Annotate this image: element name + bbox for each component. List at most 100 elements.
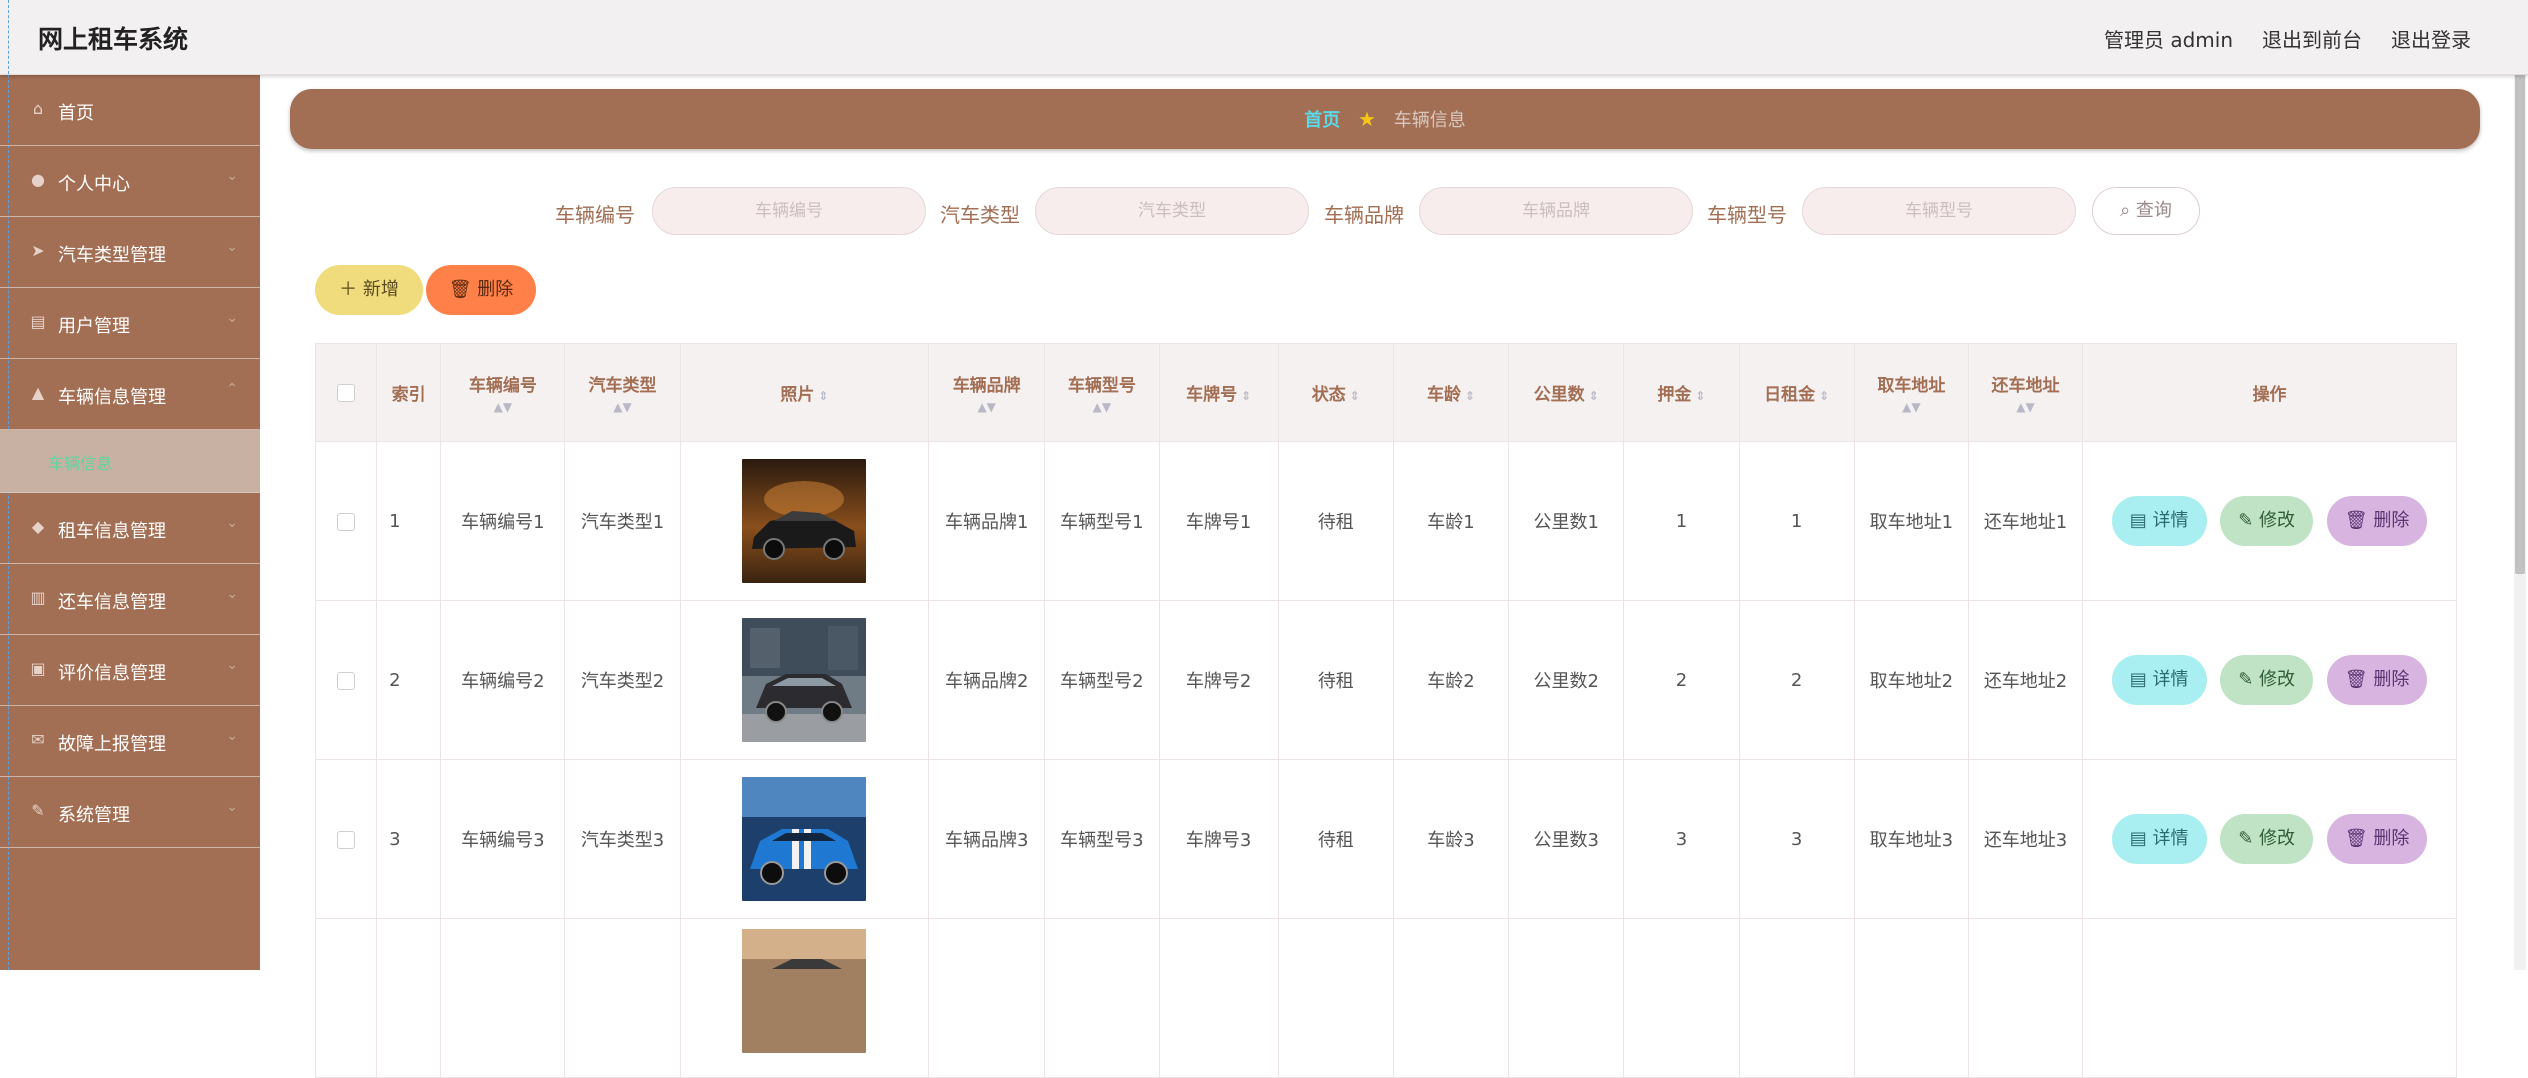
header-label: 照片 [780, 385, 815, 405]
sidebar-item-review-info[interactable]: ▣ 评价信息管理 ⌄ [0, 635, 260, 706]
brand-input[interactable] [1419, 187, 1693, 235]
sort-icon[interactable]: ▲▼ [1855, 400, 1968, 414]
cell-daily-rent: 1 [1738, 441, 1855, 601]
sort-icon[interactable]: ⇕ [818, 389, 828, 403]
query-button[interactable]: ⌕ 查询 [2092, 187, 2200, 235]
row-select-cell[interactable] [314, 759, 378, 919]
sidebar-item-users[interactable]: ▤ 用户管理 ⌄ [0, 288, 260, 359]
sidebar-item-return-info[interactable]: ▥ 还车信息管理 ⌄ [0, 564, 260, 635]
delete-button[interactable]: 🗑 删除 [2326, 496, 2428, 546]
document-icon: ▤ [2129, 510, 2153, 531]
edit-button[interactable]: ✎ 修改 [2220, 655, 2314, 705]
cell-daily-rent: 3 [1738, 759, 1855, 919]
sort-icon[interactable]: ▲▼ [1045, 400, 1158, 414]
sort-icon[interactable]: ⇕ [1350, 389, 1360, 403]
search-icon: ⌕ [2120, 200, 2131, 221]
car-photo[interactable] [742, 618, 867, 742]
table-header-row: 索引 车辆编号 ▲▼ 汽车类型 ▲▼ 照片 ⇕ 车辆品牌 ▲▼ 车辆型号 ▲▼ 车牌号 ⇕ … [314, 343, 2457, 442]
row-select-cell[interactable] [314, 600, 378, 760]
sort-icon[interactable]: ▲▼ [1969, 400, 2082, 414]
header-brand[interactable]: 车辆品牌 ▲▼ [928, 343, 1046, 442]
query-button-label: 查询 [2135, 200, 2172, 221]
guide-line [8, 0, 9, 74]
header-daily-rent[interactable]: 日租金 ⇕ [1738, 343, 1855, 442]
edit-button[interactable]: ✎ 修改 [2220, 496, 2314, 546]
sidebar-item-fault-report[interactable]: ✉ 故障上报管理 ⌄ [0, 706, 260, 777]
detail-button[interactable]: ▤ 详情 [2111, 814, 2207, 864]
cell-daily-rent: 2 [1738, 600, 1855, 760]
delete-label: 删除 [2373, 510, 2410, 531]
cell-status: 待租 [1277, 441, 1394, 601]
detail-button[interactable]: ▤ 详情 [2111, 496, 2207, 546]
breadcrumb-current: 车辆信息 [1393, 110, 1466, 131]
cell-brand [928, 918, 1046, 1078]
select-all-cell[interactable] [314, 343, 378, 442]
header-mileage[interactable]: 公里数 ⇕ [1508, 343, 1625, 442]
header-age[interactable]: 车龄 ⇕ [1392, 343, 1510, 442]
sidebar-item-label: 首页 [58, 103, 94, 124]
header-status[interactable]: 状态 ⇕ [1277, 343, 1394, 442]
row-select-cell[interactable] [314, 441, 378, 601]
cell-car-type [564, 918, 681, 1078]
row-checkbox[interactable] [337, 830, 356, 849]
document-icon: ▤ [2129, 828, 2153, 849]
exit-to-frontend-link[interactable]: 退出到前台 [2262, 24, 2362, 53]
header-label: 车龄 [1426, 385, 1461, 405]
admin-user-link[interactable]: 管理员 admin [2104, 24, 2233, 53]
sort-icon[interactable]: ⇕ [1695, 389, 1705, 403]
scrollbar-thumb[interactable] [2515, 74, 2525, 574]
delete-button[interactable]: 🗑 删除 [2326, 814, 2428, 864]
sidebar-item-vehicle-info[interactable]: ▲ 车辆信息管理 ⌃ [0, 359, 260, 430]
chevron-down-icon: ⌄ [226, 168, 238, 184]
sidebar-subitem-vehicle-info[interactable]: 车辆信息 [0, 430, 260, 493]
page-scrollbar[interactable] [2514, 72, 2526, 970]
car-photo[interactable] [742, 929, 867, 1053]
star-icon: ★ [1358, 107, 1376, 131]
sidebar: ⌂ 首页 ● 个人中心 ⌄ ➤ 汽车类型管理 ⌄ ▤ 用户管理 ⌄ ▲ 车辆信息… [0, 75, 260, 970]
header-car-type[interactable]: 汽车类型 ▲▼ [564, 343, 681, 442]
header-return-address[interactable]: 还车地址 ▲▼ [1967, 343, 2084, 442]
sort-icon[interactable]: ⇕ [1241, 389, 1251, 403]
car-photo[interactable] [742, 777, 867, 901]
cell-car-type: 汽车类型3 [564, 759, 681, 919]
chevron-down-icon: ⌄ [226, 657, 238, 673]
cell-car-type: 汽车类型1 [564, 441, 681, 601]
delete-button[interactable]: 🗑 删除 [2326, 655, 2428, 705]
sort-icon[interactable]: ▲▼ [929, 400, 1044, 414]
sidebar-item-rental-info[interactable]: ◆ 租车信息管理 ⌄ [0, 493, 260, 564]
logout-link[interactable]: 退出登录 [2391, 24, 2471, 53]
car-type-input[interactable] [1035, 187, 1309, 235]
header-pickup[interactable]: 取车地址 ▲▼ [1853, 343, 1969, 442]
sort-icon[interactable]: ▲▼ [441, 400, 564, 414]
header-links: 管理员 admin 退出到前台 退出登录 [2104, 24, 2471, 53]
edit-button[interactable]: ✎ 修改 [2220, 814, 2314, 864]
row-checkbox[interactable] [337, 512, 356, 531]
breadcrumb-home[interactable]: 首页 [1304, 110, 1340, 131]
sidebar-item-home[interactable]: ⌂ 首页 [0, 75, 260, 146]
cell-pickup [1853, 918, 1969, 1078]
header-vehicle-no[interactable]: 车辆编号 ▲▼ [440, 343, 566, 442]
sort-icon[interactable]: ▲▼ [565, 400, 679, 414]
header-label: 日租金 [1764, 385, 1816, 405]
header-model[interactable]: 车辆型号 ▲▼ [1044, 343, 1160, 442]
cell-mileage: 公里数2 [1508, 600, 1625, 760]
detail-button[interactable]: ▤ 详情 [2111, 655, 2207, 705]
header-photo[interactable]: 照片 ⇕ [679, 343, 930, 442]
add-button[interactable]: ＋ 新增 [315, 265, 423, 315]
cell-pickup: 取车地址1 [1853, 441, 1969, 601]
cell-return-address: 还车地址3 [1967, 759, 2084, 919]
car-photo[interactable] [742, 459, 867, 583]
sort-icon[interactable]: ⇕ [1465, 389, 1475, 403]
sidebar-item-system[interactable]: ✎ 系统管理 ⌄ [0, 777, 260, 848]
sidebar-item-personal-center[interactable]: ● 个人中心 ⌄ [0, 146, 260, 217]
sort-icon[interactable]: ⇕ [1819, 389, 1829, 403]
batch-delete-button[interactable]: 🗑 删除 [426, 265, 536, 315]
model-input[interactable] [1802, 187, 2076, 235]
select-all-checkbox[interactable] [337, 383, 356, 402]
sort-icon[interactable]: ⇕ [1589, 389, 1599, 403]
sidebar-item-car-type[interactable]: ➤ 汽车类型管理 ⌄ [0, 217, 260, 288]
row-checkbox[interactable] [337, 671, 356, 690]
header-plate[interactable]: 车牌号 ⇕ [1158, 343, 1279, 442]
header-deposit[interactable]: 押金 ⇕ [1623, 343, 1740, 442]
vehicle-no-input[interactable] [652, 187, 926, 235]
